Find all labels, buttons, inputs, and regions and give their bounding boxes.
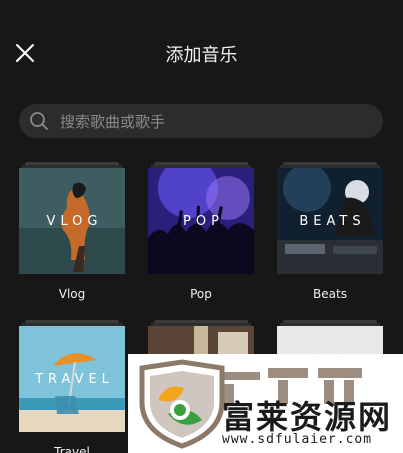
category-card-pop[interactable]: POP Pop	[148, 162, 254, 301]
category-overlay-text: BEATS	[299, 213, 366, 229]
category-thumbnail: VLOG	[19, 168, 125, 274]
search-placeholder: 搜索歌曲或歌手	[60, 113, 166, 131]
category-label: Vlog	[58, 287, 86, 301]
category-overlay-text: POP	[183, 213, 224, 229]
category-card-travel[interactable]: TRAVEL Travel	[19, 320, 125, 453]
category-card-vlog[interactable]: VLOG Vlog	[19, 162, 125, 301]
category-thumbnail: BEATS	[277, 168, 383, 274]
category-thumbnail: POP	[148, 168, 254, 274]
category-label: Beats	[313, 287, 347, 301]
watermark-url: www.sdfulaier.com	[222, 432, 373, 447]
category-card-beats[interactable]: BEATS Beats	[277, 162, 383, 301]
category-label: Pop	[190, 287, 212, 301]
category-overlay-text: TRAVEL	[35, 371, 114, 387]
page-title: 添加音乐	[165, 45, 238, 66]
search-icon	[30, 112, 48, 130]
category-thumbnail: TRAVEL	[19, 326, 125, 432]
category-overlay-text: VLOG	[46, 213, 103, 229]
search-input[interactable]: 搜索歌曲或歌手	[19, 104, 383, 138]
category-label: Travel	[54, 445, 90, 453]
watermark: 富莱资源网 www.sdfulaier.com	[128, 354, 403, 453]
